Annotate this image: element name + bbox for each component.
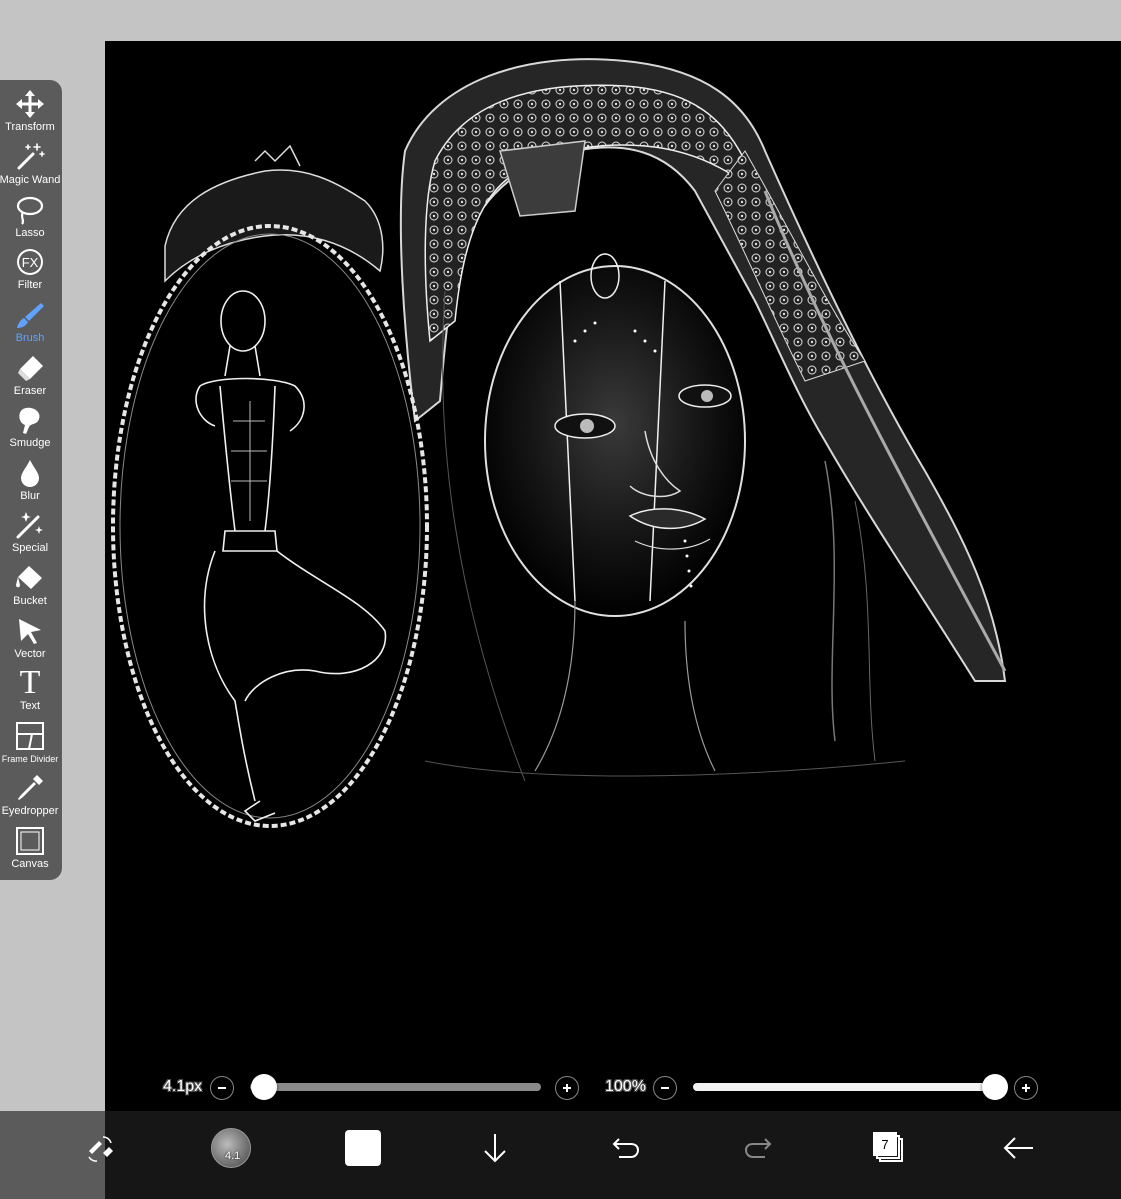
bottom-toolbar: 4.1 7 [0,1111,1121,1199]
back-arrow-icon [1003,1137,1033,1159]
brush-icon [14,299,46,331]
tool-label: Lasso [15,227,45,239]
brush-slider-row: 4.1px 100% [105,1068,1121,1108]
tool-vector[interactable]: Vector [0,615,60,667]
tool-eraser[interactable]: Eraser [0,352,60,404]
size-decrease-button[interactable] [210,1076,234,1100]
droplet-icon [14,457,46,489]
tool-label: Smudge [9,437,51,449]
tool-label: Brush [15,332,45,344]
brush-size-slider[interactable] [250,1083,541,1091]
sparkle-wand-icon [14,509,46,541]
tool-special[interactable]: Special [0,509,60,561]
move-arrows-icon [14,88,46,120]
tool-brush[interactable]: Brush [0,299,60,351]
tool-eyedropper[interactable]: Eyedropper [0,772,60,824]
download-button[interactable] [470,1123,520,1173]
tool-palette: Transform Magic Wand Lasso FX Filter Bru… [0,80,62,880]
swap-tools-icon [88,1136,113,1162]
tool-label: Filter [17,279,43,291]
tool-blur[interactable]: Blur [0,457,60,509]
tool-transform[interactable]: Transform [0,88,60,140]
layer-count: 7 [881,1136,889,1152]
tool-label: Canvas [11,858,49,870]
brush-preview-button[interactable]: 4.1 [206,1123,256,1173]
tool-label: Bucket [13,595,47,607]
cursor-arrow-icon [14,615,46,647]
tool-label: Eyedropper [1,805,59,817]
tool-lasso[interactable]: Lasso [0,194,60,246]
tool-filter[interactable]: FX Filter [0,246,60,298]
size-increase-button[interactable] [555,1076,579,1100]
lasso-icon [14,194,46,226]
eyedropper-icon [14,772,46,804]
tool-label: Vector [14,648,46,660]
opacity-decrease-button[interactable] [653,1076,677,1100]
brush-size-slider-thumb[interactable] [251,1074,277,1100]
tool-label: Magic Wand [0,174,61,186]
tool-label: Text [19,700,41,712]
drawing-canvas[interactable] [105,41,1121,1111]
eraser-icon [14,352,46,384]
tool-bucket[interactable]: Bucket [0,562,60,614]
undo-icon [612,1138,640,1158]
brush-preview: 4.1 [211,1128,251,1168]
download-arrow-icon [484,1134,506,1163]
swap-tools-button[interactable] [75,1123,125,1173]
brush-size-label: 4.1px [163,1078,203,1095]
fx-text: FX [21,254,39,270]
minus-icon [661,1087,669,1089]
tool-label: Special [11,542,49,554]
paint-bucket-icon [14,562,46,594]
redo-icon [744,1138,772,1158]
tool-label: Transform [5,121,55,133]
canvas-square-icon [14,825,46,857]
tool-label: Eraser [13,385,47,397]
opacity-slider-thumb[interactable] [982,1074,1008,1100]
tool-magic-wand[interactable]: Magic Wand [0,141,60,193]
undo-button[interactable] [601,1123,651,1173]
plus-icon [563,1084,571,1092]
tool-frame-divider[interactable]: Frame Divider [0,720,60,772]
tool-text[interactable]: T Text [0,664,60,719]
redo-button[interactable] [733,1123,783,1173]
frame-divider-icon [14,720,46,752]
minus-icon [218,1087,226,1089]
tool-canvas[interactable]: Canvas [0,825,60,877]
smudge-icon [14,404,46,436]
layers-icon: 7 [873,1132,905,1164]
color-swatch [345,1130,381,1166]
back-button[interactable] [994,1123,1044,1173]
opacity-slider[interactable] [693,1083,1003,1091]
magic-wand-icon [14,141,46,173]
plus-icon [1022,1084,1030,1092]
tool-smudge[interactable]: Smudge [0,404,60,456]
text-glyph: T [19,664,41,701]
text-t-icon: T [14,664,46,701]
artwork-image [111,58,1007,828]
opacity-label: 100% [605,1078,646,1095]
fx-icon: FX [14,246,46,278]
opacity-increase-button[interactable] [1014,1076,1038,1100]
layers-button[interactable]: 7 [864,1123,914,1173]
tool-label: Frame Divider [1,754,59,764]
brush-size-badge: 4.1 [225,1150,241,1162]
tool-label: Blur [20,490,40,502]
color-swatch-button[interactable] [338,1123,388,1173]
